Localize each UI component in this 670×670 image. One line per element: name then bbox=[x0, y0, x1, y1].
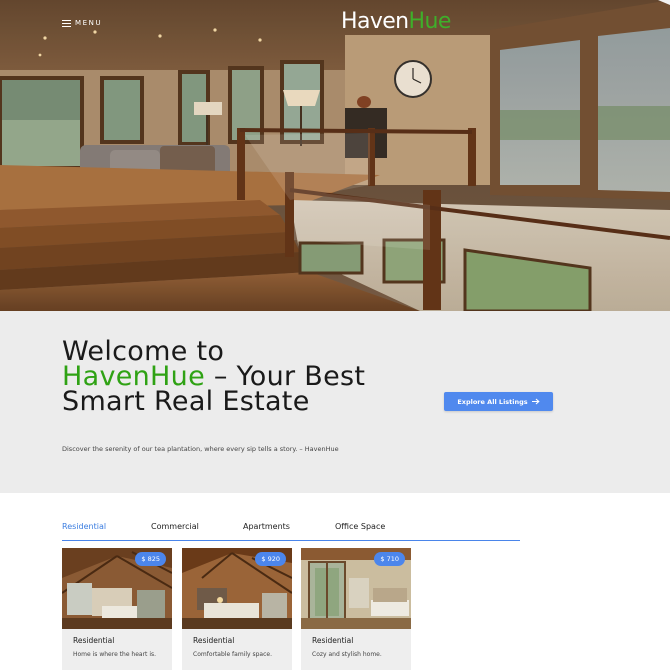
site-logo[interactable]: HavenHue bbox=[341, 9, 451, 34]
menu-button[interactable]: MENU bbox=[62, 17, 102, 29]
listing-cards: $ 825 Residential Home is where the hear… bbox=[62, 548, 412, 670]
menu-label: MENU bbox=[75, 19, 103, 27]
top-navigation: MENU HavenHue bbox=[0, 0, 670, 46]
logo-text-hue: Hue bbox=[408, 9, 452, 34]
arrow-right-icon bbox=[531, 398, 540, 405]
tab-commercial[interactable]: Commercial bbox=[151, 522, 199, 531]
hero-banner: MENU HavenHue bbox=[0, 0, 670, 311]
listing-photo: $ 825 bbox=[62, 548, 172, 629]
tab-apartments[interactable]: Apartments bbox=[243, 522, 290, 531]
tab-residential[interactable]: Residential bbox=[62, 522, 106, 531]
explore-listings-button[interactable]: Explore All Listings bbox=[444, 392, 553, 411]
tab-office-space[interactable]: Office Space bbox=[335, 522, 385, 531]
price-badge: $ 920 bbox=[255, 552, 286, 566]
listing-photo: $ 710 bbox=[301, 548, 411, 629]
listing-blurb: Cozy and stylish home. bbox=[312, 651, 382, 658]
listing-tabs: Residential Commercial Apartments Office… bbox=[62, 520, 520, 541]
listing-card[interactable]: $ 825 Residential Home is where the hear… bbox=[62, 548, 172, 670]
listing-card[interactable]: $ 710 Residential Cozy and stylish home. bbox=[301, 548, 411, 670]
welcome-heading: Welcome to HavenHue – Your Best Smart Rea… bbox=[62, 338, 392, 415]
listing-card[interactable]: $ 920 Residential Comfortable family spa… bbox=[182, 548, 292, 670]
listing-category: Residential bbox=[312, 636, 354, 645]
hamburger-icon bbox=[62, 19, 71, 27]
explore-button-label: Explore All Listings bbox=[457, 397, 528, 406]
welcome-description: Discover the serenity of our tea plantat… bbox=[62, 445, 339, 453]
listing-category: Residential bbox=[73, 636, 115, 645]
listing-blurb: Home is where the heart is. bbox=[73, 651, 157, 658]
listing-photo: $ 920 bbox=[182, 548, 292, 629]
corner-decoration bbox=[658, 0, 670, 5]
price-badge: $ 710 bbox=[374, 552, 405, 566]
listing-category: Residential bbox=[193, 636, 235, 645]
welcome-section: Welcome to HavenHue – Your Best Smart Rea… bbox=[0, 311, 670, 493]
logo-text-haven: Haven bbox=[341, 9, 409, 34]
listing-blurb: Comfortable family space. bbox=[193, 651, 272, 658]
price-badge: $ 825 bbox=[135, 552, 166, 566]
hero-interior-photo bbox=[0, 0, 670, 311]
